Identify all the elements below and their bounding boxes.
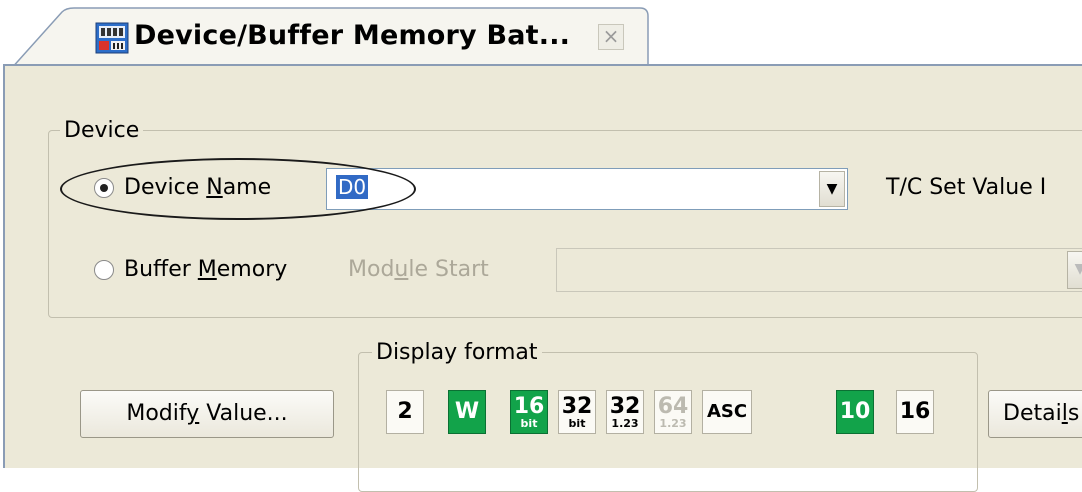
format-w-button[interactable]: W	[448, 390, 486, 434]
device-group-legend: Device	[60, 118, 144, 143]
format-16bit-button[interactable]: 16 bit	[510, 390, 548, 434]
dropdown-arrow-icon: ▼	[1067, 251, 1082, 289]
format-asc-button[interactable]: ASC	[702, 390, 752, 434]
close-icon[interactable]: ×	[598, 24, 624, 50]
buffer-memory-label[interactable]: Buffer Memory	[124, 257, 287, 282]
module-start-combo: ▼	[556, 248, 1082, 292]
format-64real-button: 64 1.23	[654, 390, 692, 434]
format-32bit-button[interactable]: 32 bit	[558, 390, 596, 434]
tab-strip: Device/Buffer Memory Bat... ×	[0, 0, 1082, 70]
device-name-radio[interactable]	[94, 178, 114, 198]
display-format-legend: Display format	[372, 340, 542, 365]
buffer-memory-radio[interactable]	[94, 260, 114, 280]
device-name-label[interactable]: Device Name	[124, 175, 271, 200]
details-button[interactable]: Details	[988, 390, 1082, 438]
format-2-button[interactable]: 2	[386, 390, 424, 434]
module-start-label: Module Start	[348, 257, 489, 282]
format-10-button[interactable]: 10	[836, 390, 874, 434]
tab-title[interactable]: Device/Buffer Memory Bat...	[134, 20, 570, 51]
device-name-combo[interactable]: D0 ▼	[326, 168, 848, 210]
device-name-input[interactable]: D0	[336, 175, 369, 199]
modify-value-button[interactable]: Modify Value...	[80, 390, 334, 438]
tc-set-value-label: T/C Set Value I	[886, 175, 1047, 200]
format-16-button[interactable]: 16	[896, 390, 934, 434]
dropdown-arrow-icon[interactable]: ▼	[819, 171, 845, 207]
app-icon	[95, 22, 129, 54]
format-32real-button[interactable]: 32 1.23	[606, 390, 644, 434]
